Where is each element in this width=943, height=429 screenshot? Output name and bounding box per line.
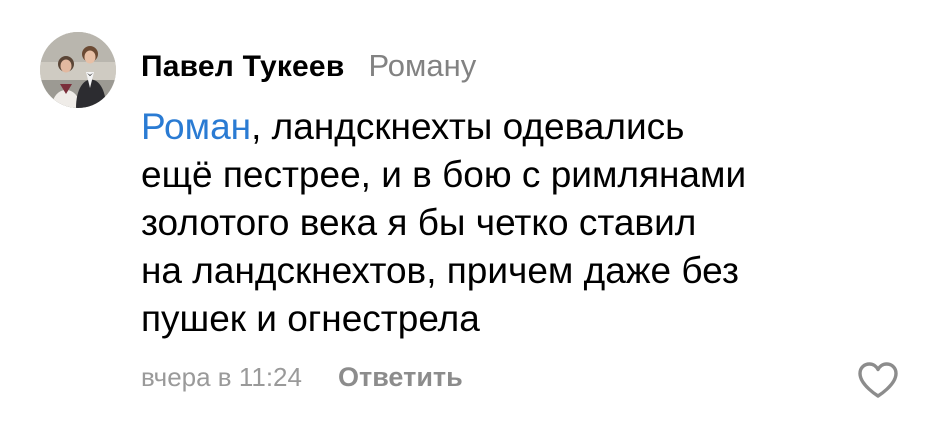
comment-text-fragment: , ландскнехты одевались (251, 106, 685, 147)
comment-text: Роман, ландскнехты одевались ещё пестрее… (141, 103, 901, 343)
author-name[interactable]: Павел Тукеев (141, 50, 344, 84)
comment-timestamp: вчера в 11:24 (141, 362, 302, 392)
reply-to-name[interactable]: Роману (368, 48, 476, 84)
comment-text-line: на ландскнехтов, причем даже без (141, 250, 739, 291)
reply-button[interactable]: Ответить (338, 362, 463, 393)
comment-text-line: ещё пестрее, и в бою с римлянами (141, 154, 747, 195)
avatar-photo (40, 32, 116, 108)
comment-text-line: Роман, ландскнехты одевались (141, 103, 901, 151)
mention-link[interactable]: Роман (141, 106, 251, 147)
comment-text-line: золотого века я бы четко ставил (141, 202, 697, 243)
comment-header: Павел Тукеев Роману (141, 48, 476, 88)
heart-outline-icon (858, 362, 898, 398)
like-button[interactable] (857, 361, 899, 399)
comment-item: Павел Тукеев Роману Роман, ландскнехты о… (0, 0, 943, 429)
comment-footer: вчера в 11:24 Ответить (141, 362, 463, 393)
avatar[interactable] (40, 32, 116, 108)
comment-text-line: пушек и огнестрела (141, 298, 480, 339)
